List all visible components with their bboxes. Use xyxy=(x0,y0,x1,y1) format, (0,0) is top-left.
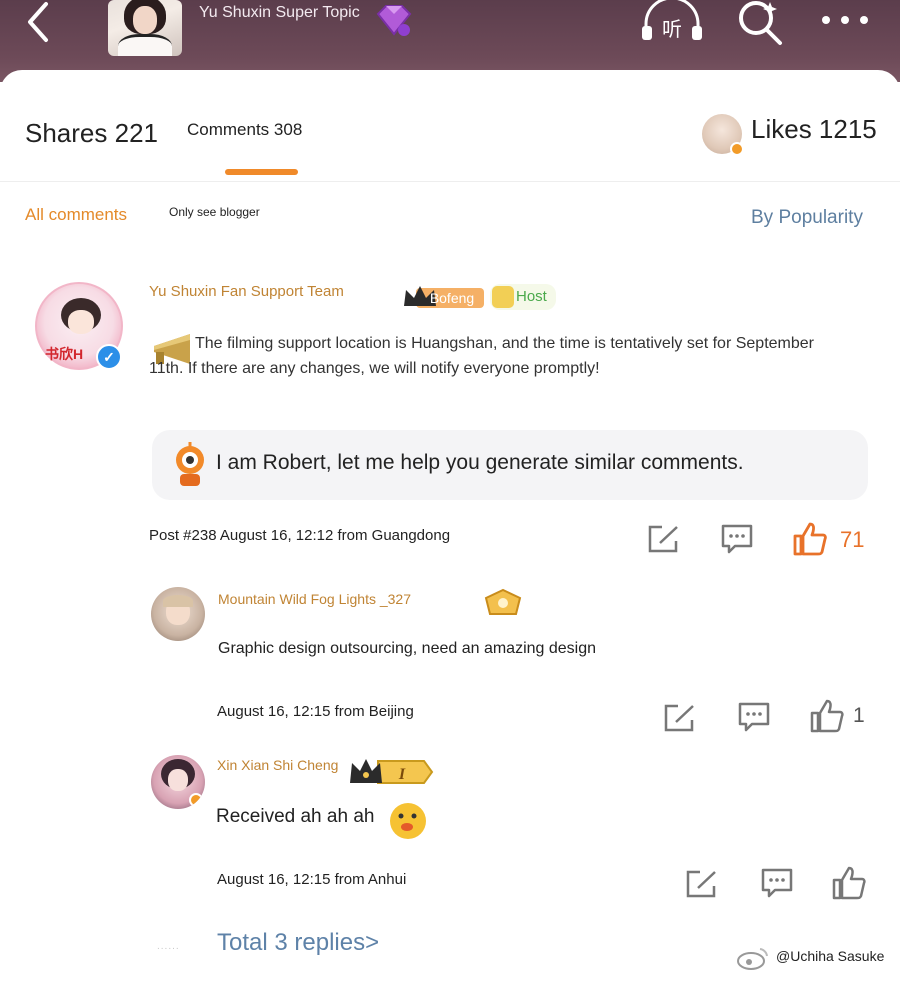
tabs-row: Shares 221 Comments 308 Likes 1215 xyxy=(0,70,900,182)
host-icon xyxy=(492,286,514,308)
filter-only-blogger[interactable]: Only see blogger xyxy=(169,205,260,219)
comment-author[interactable]: Yu Shuxin Fan Support Team xyxy=(149,283,344,300)
search-sparkle-icon[interactable] xyxy=(734,0,786,46)
crown-level-badge-icon: I xyxy=(350,759,434,784)
purple-gem-icon xyxy=(376,5,412,36)
share-icon[interactable] xyxy=(664,704,696,732)
reply-meta: August 16, 12:15 from Beijing xyxy=(217,703,414,720)
watermark: @Uchiha Sasuke xyxy=(734,944,900,972)
like-icon[interactable] xyxy=(793,522,827,556)
active-tab-indicator xyxy=(225,169,298,175)
svg-text:Bofeng: Bofeng xyxy=(430,290,474,306)
tab-likes[interactable]: Likes 1215 xyxy=(751,114,877,145)
crown-badge-icon: Bofeng xyxy=(404,286,484,308)
avatar[interactable] xyxy=(151,587,205,641)
avatar[interactable] xyxy=(151,755,205,809)
tab-shares[interactable]: Shares 221 xyxy=(25,118,158,149)
host-badge: Host xyxy=(490,284,556,310)
weibo-logo-icon xyxy=(737,948,768,970)
like-icon[interactable] xyxy=(832,866,866,900)
share-icon[interactable] xyxy=(648,525,680,553)
reply-connector: ...... xyxy=(157,941,180,952)
sort-by-popularity[interactable]: By Popularity xyxy=(751,207,863,229)
like-icon[interactable] xyxy=(810,699,844,733)
ai-suggestion-text[interactable]: I am Robert, let me help you generate si… xyxy=(216,451,744,475)
svg-text:听: 听 xyxy=(662,17,682,41)
like-count: 71 xyxy=(840,527,865,552)
reply-text: Received ah ah ah xyxy=(216,806,375,827)
verified-badge-icon: ✓ xyxy=(96,344,122,370)
listen-icon[interactable]: 听 xyxy=(640,0,704,44)
comment-meta: Post #238 August 16, 12:12 from Guangdon… xyxy=(149,527,451,544)
topic-avatar[interactable] xyxy=(108,0,182,56)
total-replies-link[interactable]: Total 3 replies> xyxy=(217,929,379,957)
likes-avatar xyxy=(702,114,744,156)
fan-badge-icon xyxy=(484,588,522,615)
reply-text: Graphic design outsourcing, need an amaz… xyxy=(218,640,597,657)
comment-icon[interactable] xyxy=(761,868,793,898)
like-count: 1 xyxy=(853,704,865,727)
reply-author[interactable]: Xin Xian Shi Cheng xyxy=(217,757,338,773)
topic-title[interactable]: Yu Shuxin Super Topic xyxy=(199,4,360,22)
comment-icon[interactable] xyxy=(738,702,770,732)
comment-icon[interactable] xyxy=(721,524,753,554)
tab-comments[interactable]: Comments 308 xyxy=(187,120,302,140)
back-arrow-icon[interactable] xyxy=(18,0,58,44)
comment-text: The filming support location is Huangsha… xyxy=(149,335,814,377)
more-dots-icon[interactable] xyxy=(818,8,872,32)
reply-author[interactable]: Mountain Wild Fog Lights _327 xyxy=(218,591,411,607)
svg-text:I: I xyxy=(398,766,406,783)
reply-meta: August 16, 12:15 from Anhui xyxy=(217,871,407,888)
share-icon[interactable] xyxy=(686,870,718,898)
robot-icon xyxy=(176,442,204,486)
filter-all-comments[interactable]: All comments xyxy=(25,205,127,225)
emoji-icon xyxy=(390,803,426,839)
